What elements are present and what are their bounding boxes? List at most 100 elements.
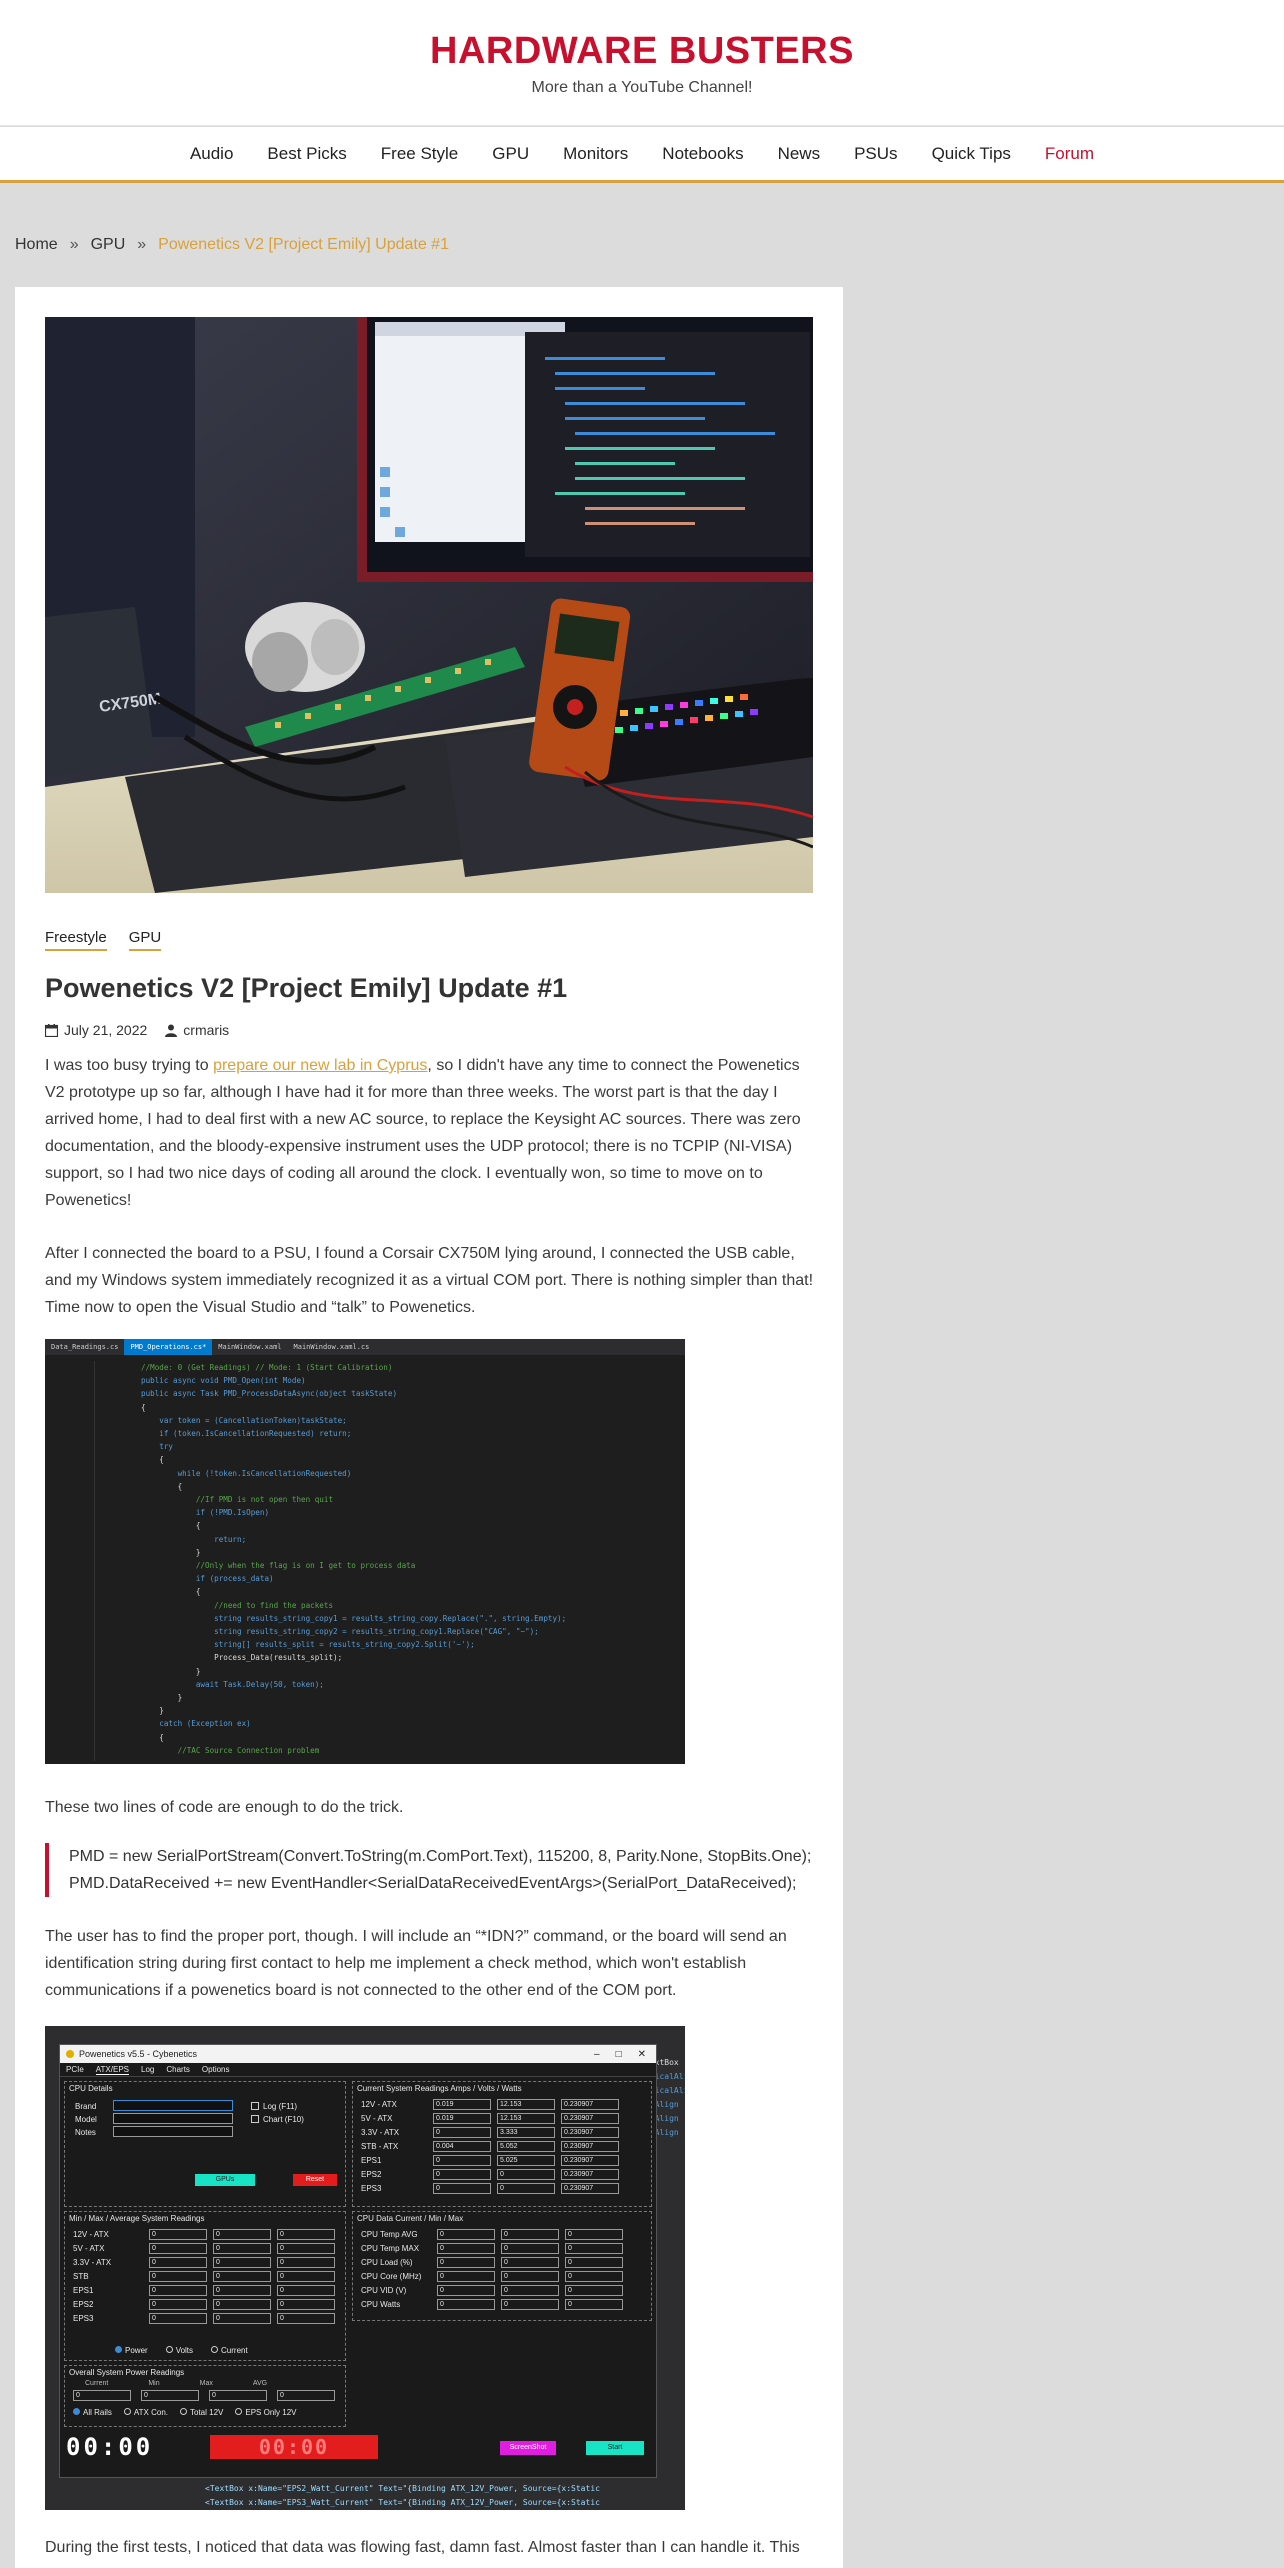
menu-pcie[interactable]: PCIe <box>66 2065 84 2074</box>
breadcrumb-home[interactable]: Home <box>15 236 58 254</box>
value-box[interactable]: 0 <box>501 2228 559 2240</box>
nav-item-notebooks[interactable]: Notebooks <box>645 144 760 164</box>
reading-value-v[interactable]: 5.025 <box>497 2154 555 2166</box>
overall-current-value[interactable]: 0 <box>73 2390 131 2401</box>
value-box[interactable]: 0 <box>213 2298 271 2310</box>
reading-value-w[interactable]: 0.230907 <box>561 2168 619 2180</box>
value-box[interactable]: 0 <box>565 2298 623 2310</box>
value-box[interactable]: 0 <box>149 2298 207 2310</box>
nav-item-free-style[interactable]: Free Style <box>364 144 475 164</box>
reading-value-a[interactable]: 0.019 <box>433 2112 491 2124</box>
nav-item-monitors[interactable]: Monitors <box>546 144 645 164</box>
value-box[interactable]: 0 <box>437 2228 495 2240</box>
value-box[interactable]: 0 <box>277 2256 335 2268</box>
lab-cyprus-link[interactable]: prepare our new lab in Cyprus <box>213 1057 427 1074</box>
site-title[interactable]: HARDWARE BUSTERS <box>0 0 1284 73</box>
reading-value-w[interactable]: 0.230907 <box>561 2154 619 2166</box>
value-box[interactable]: 0 <box>149 2312 207 2324</box>
value-box[interactable]: 0 <box>565 2242 623 2254</box>
notes-input[interactable] <box>113 2126 233 2137</box>
value-box[interactable]: 0 <box>277 2270 335 2282</box>
value-box[interactable]: 0 <box>277 2284 335 2296</box>
value-box[interactable]: 0 <box>213 2312 271 2324</box>
value-box[interactable]: 0 <box>213 2242 271 2254</box>
reading-value-a[interactable]: 0 <box>433 2126 491 2138</box>
gpus-button[interactable]: GPUs <box>195 2174 255 2186</box>
value-box[interactable]: 0 <box>565 2256 623 2268</box>
value-box[interactable]: 0 <box>437 2242 495 2254</box>
value-box[interactable]: 0 <box>501 2256 559 2268</box>
reading-value-v[interactable]: 12.153 <box>497 2098 555 2110</box>
nav-item-news[interactable]: News <box>761 144 838 164</box>
reading-value-a[interactable]: 0 <box>433 2154 491 2166</box>
post-date[interactable]: July 21, 2022 <box>45 1022 147 1038</box>
brand-input[interactable] <box>113 2100 233 2111</box>
value-box[interactable]: 0 <box>565 2228 623 2240</box>
category-gpu[interactable]: GPU <box>128 929 162 951</box>
maximize-icon[interactable]: □ <box>616 2049 622 2060</box>
start-button[interactable]: Start <box>586 2441 644 2455</box>
radio-volts[interactable]: Volts <box>165 2346 193 2355</box>
value-box[interactable]: 0 <box>277 2242 335 2254</box>
value-box[interactable]: 0 <box>277 2298 335 2310</box>
value-box[interactable]: 0 <box>149 2242 207 2254</box>
reading-value-w[interactable]: 0.230907 <box>561 2098 619 2110</box>
value-box[interactable]: 0 <box>501 2242 559 2254</box>
reading-value-a[interactable]: 0.004 <box>433 2140 491 2152</box>
reading-value-v[interactable]: 5.052 <box>497 2140 555 2152</box>
reading-value-w[interactable]: 0.230907 <box>561 2112 619 2124</box>
value-box[interactable]: 0 <box>501 2284 559 2296</box>
nav-item-quick-tips[interactable]: Quick Tips <box>915 144 1028 164</box>
post-author[interactable]: crmaris <box>165 1022 229 1038</box>
value-box[interactable]: 0 <box>213 2270 271 2282</box>
reading-value-a[interactable]: 0.019 <box>433 2098 491 2110</box>
nav-item-forum[interactable]: Forum <box>1028 144 1111 164</box>
value-box[interactable]: 0 <box>437 2284 495 2296</box>
radio-total-12v[interactable]: Total 12V <box>180 2408 223 2417</box>
value-box[interactable]: 0 <box>437 2298 495 2310</box>
value-box[interactable]: 0 <box>149 2228 207 2240</box>
reset-button[interactable]: Reset <box>293 2174 337 2186</box>
reading-value-v[interactable]: 0 <box>497 2168 555 2180</box>
menu-atx-eps[interactable]: ATX/EPS <box>95 2065 129 2075</box>
value-box[interactable]: 0 <box>565 2270 623 2282</box>
menu-log[interactable]: Log <box>141 2065 154 2074</box>
reading-value-a[interactable]: 0 <box>433 2168 491 2180</box>
radio-power[interactable]: Power <box>115 2346 148 2355</box>
radio-eps-only[interactable]: EPS Only 12V <box>235 2408 297 2417</box>
value-box[interactable]: 0 <box>437 2270 495 2282</box>
reading-value-w[interactable]: 0.230907 <box>561 2126 619 2138</box>
value-box[interactable]: 0 <box>149 2256 207 2268</box>
value-box[interactable]: 0 <box>277 2228 335 2240</box>
menu-charts[interactable]: Charts <box>166 2065 190 2074</box>
log-checkbox[interactable]: Log (F11) <box>251 2100 304 2113</box>
reading-value-v[interactable]: 0 <box>497 2182 555 2194</box>
nav-item-gpu[interactable]: GPU <box>475 144 546 164</box>
model-input[interactable] <box>113 2113 233 2124</box>
value-box[interactable]: 0 <box>501 2298 559 2310</box>
screenshot-button[interactable]: ScreenShot <box>500 2441 556 2455</box>
reading-value-v[interactable]: 3.333 <box>497 2126 555 2138</box>
value-box[interactable]: 0 <box>277 2312 335 2324</box>
reading-value-v[interactable]: 12.153 <box>497 2112 555 2124</box>
chart-checkbox[interactable]: Chart (F10) <box>251 2113 304 2126</box>
value-box[interactable]: 0 <box>149 2270 207 2282</box>
value-box[interactable]: 0 <box>213 2228 271 2240</box>
radio-all-rails[interactable]: All Rails <box>73 2408 112 2417</box>
reading-value-a[interactable]: 0 <box>433 2182 491 2194</box>
overall-max-value[interactable]: 0 <box>209 2390 267 2401</box>
nav-item-audio[interactable]: Audio <box>173 144 250 164</box>
value-box[interactable]: 0 <box>565 2284 623 2296</box>
nav-item-best-picks[interactable]: Best Picks <box>250 144 363 164</box>
menu-options[interactable]: Options <box>202 2065 230 2074</box>
breadcrumb-gpu[interactable]: GPU <box>91 236 126 254</box>
value-box[interactable]: 0 <box>213 2284 271 2296</box>
reading-value-w[interactable]: 0.230907 <box>561 2140 619 2152</box>
close-icon[interactable]: ✕ <box>638 2049 646 2060</box>
nav-item-psus[interactable]: PSUs <box>837 144 914 164</box>
minimize-icon[interactable]: – <box>594 2049 600 2060</box>
reading-value-w[interactable]: 0.230907 <box>561 2182 619 2194</box>
value-box[interactable]: 0 <box>437 2256 495 2268</box>
overall-avg-value[interactable]: 0 <box>277 2390 335 2401</box>
category-freestyle[interactable]: Freestyle <box>45 929 107 951</box>
